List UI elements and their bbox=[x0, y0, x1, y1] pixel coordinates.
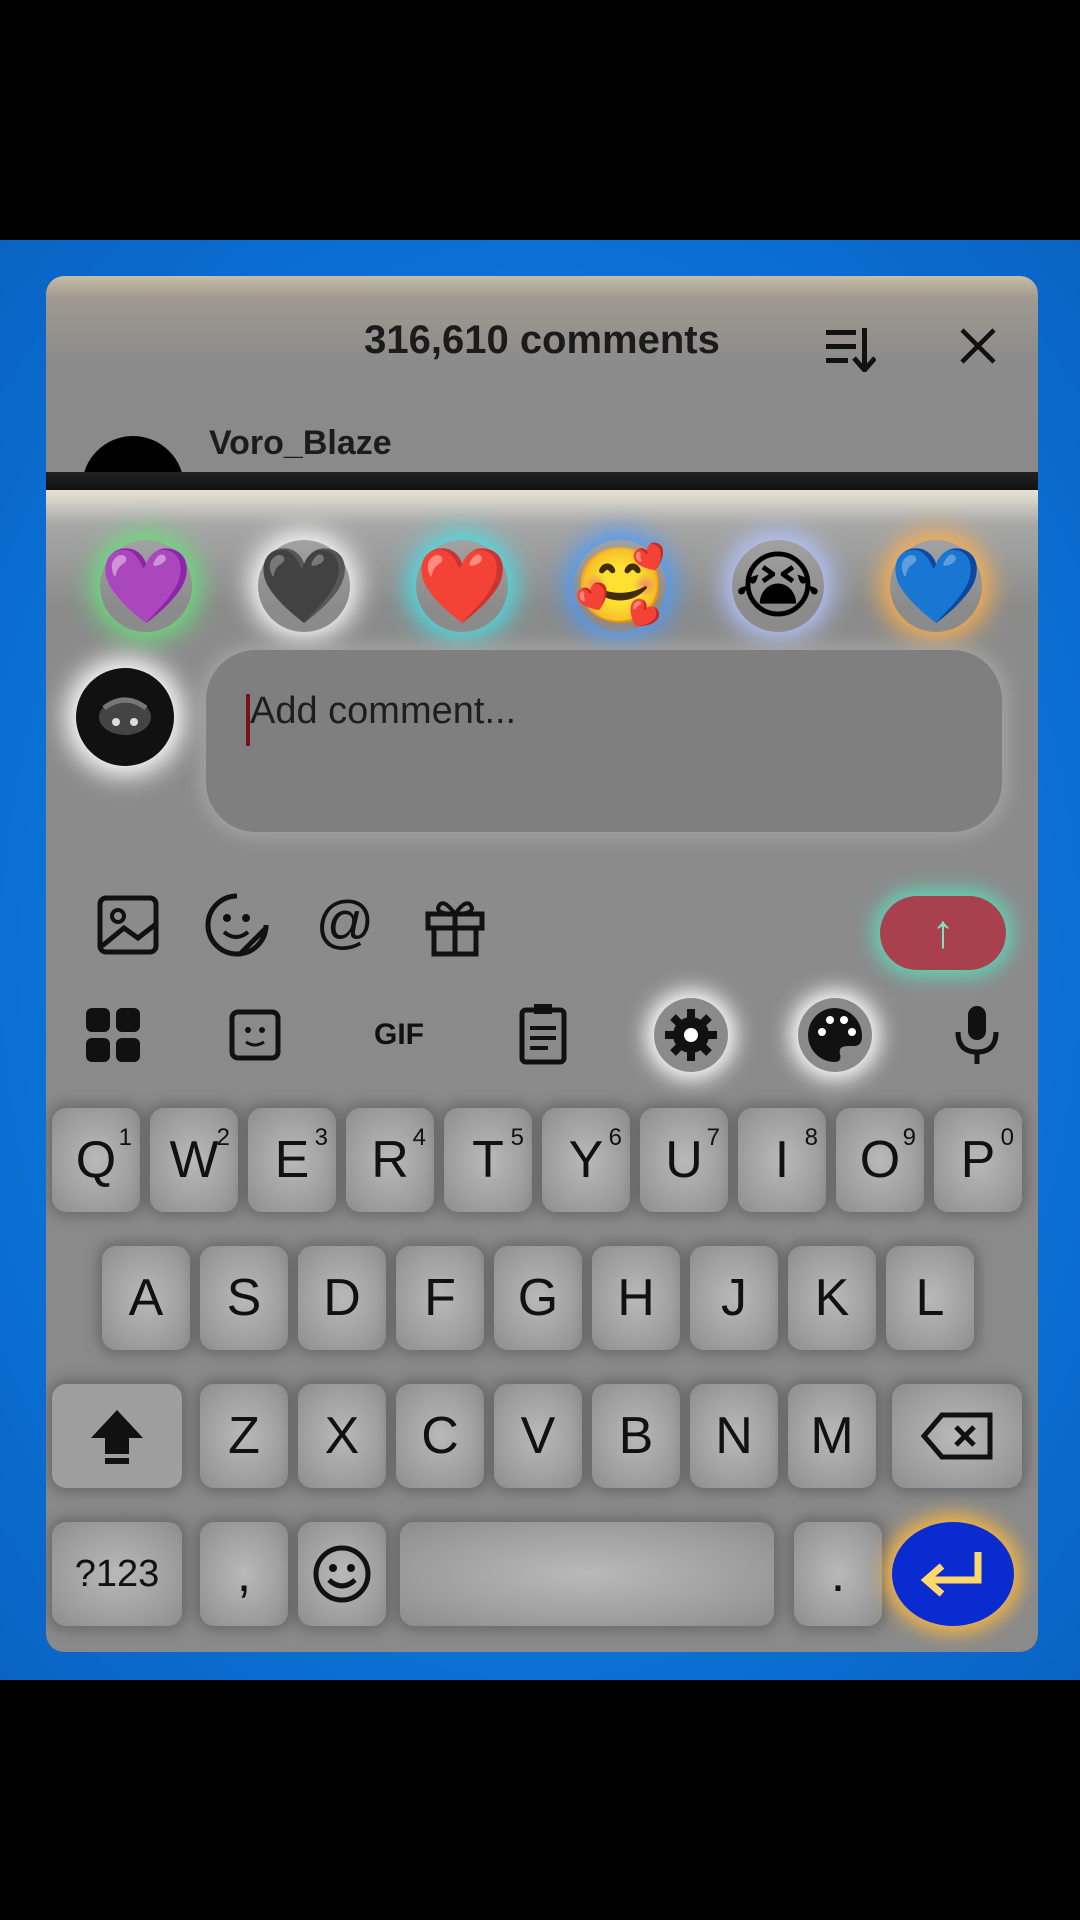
key-o[interactable]: O9 bbox=[836, 1108, 924, 1212]
smiling-hearts-reaction[interactable]: 🥰 bbox=[574, 540, 666, 632]
key-h[interactable]: H bbox=[592, 1246, 680, 1350]
key-r[interactable]: R4 bbox=[346, 1108, 434, 1212]
sort-icon[interactable] bbox=[824, 324, 876, 372]
quick-reactions: 💜 🖤 ❤️ 🥰 😭 💙 bbox=[46, 540, 1038, 650]
key-m[interactable]: M bbox=[788, 1384, 876, 1488]
keyboard-row-2: A S D F G H J K L bbox=[46, 1246, 1038, 1356]
key-x[interactable]: X bbox=[298, 1384, 386, 1488]
avatar-image-icon bbox=[99, 697, 151, 735]
key-f[interactable]: F bbox=[396, 1246, 484, 1350]
comment-username[interactable]: Voro_Blaze bbox=[209, 424, 392, 463]
comment-input[interactable]: Add comment... bbox=[206, 650, 1002, 832]
key-s[interactable]: S bbox=[200, 1246, 288, 1350]
key-u[interactable]: U7 bbox=[640, 1108, 728, 1212]
space-key[interactable] bbox=[400, 1522, 774, 1626]
comma-key[interactable]: , bbox=[200, 1522, 288, 1626]
keyboard-row-3: Z X C V B N M bbox=[46, 1384, 1038, 1494]
enter-key[interactable] bbox=[892, 1522, 1014, 1626]
apps-grid-icon[interactable] bbox=[76, 998, 150, 1072]
compose-tools: @ ↑ bbox=[46, 890, 1038, 990]
key-l[interactable]: L bbox=[886, 1246, 974, 1350]
purple-heart-reaction[interactable]: 💜 bbox=[100, 540, 192, 632]
red-heart-reaction[interactable]: ❤️ bbox=[416, 540, 508, 632]
keyboard-row-1: Q1 W2 E3 R4 T5 Y6 U7 I8 O9 P0 bbox=[46, 1108, 1038, 1218]
key-q[interactable]: Q1 bbox=[52, 1108, 140, 1212]
shift-arrow-icon bbox=[91, 1410, 143, 1464]
key-e[interactable]: E3 bbox=[248, 1108, 336, 1212]
key-p[interactable]: P0 bbox=[934, 1108, 1022, 1212]
key-a[interactable]: A bbox=[102, 1246, 190, 1350]
gift-icon[interactable] bbox=[420, 890, 490, 960]
blue-heart-reaction[interactable]: 💙 bbox=[890, 540, 982, 632]
backspace-key[interactable] bbox=[892, 1384, 1022, 1488]
comment-input-row: Add comment... bbox=[46, 650, 1038, 850]
close-icon[interactable] bbox=[956, 324, 1000, 368]
key-v[interactable]: V bbox=[494, 1384, 582, 1488]
key-k[interactable]: K bbox=[788, 1246, 876, 1350]
key-d[interactable]: D bbox=[298, 1246, 386, 1350]
keyboard-row-4: ?123 , . bbox=[46, 1522, 1038, 1632]
key-g[interactable]: G bbox=[494, 1246, 582, 1350]
key-t[interactable]: T5 bbox=[444, 1108, 532, 1212]
theme-palette-icon[interactable] bbox=[798, 998, 872, 1072]
enter-arrow-icon bbox=[920, 1552, 982, 1597]
black-heart-reaction[interactable]: 🖤 bbox=[258, 540, 350, 632]
clipboard-icon[interactable] bbox=[506, 998, 580, 1072]
compose-area: 💜 🖤 ❤️ 🥰 😭 💙 Add comment... @ ↑ GIF Q 1 … bbox=[46, 490, 1038, 1652]
key-z[interactable]: Z bbox=[200, 1384, 288, 1488]
shift-key[interactable] bbox=[52, 1384, 182, 1488]
gif-button[interactable]: GIF bbox=[362, 998, 436, 1072]
comments-count-title: 316,610 comments bbox=[364, 318, 720, 362]
user-avatar bbox=[76, 668, 174, 766]
key-i[interactable]: I8 bbox=[738, 1108, 826, 1212]
divider bbox=[46, 472, 1038, 490]
sticker-emoji-icon[interactable] bbox=[202, 890, 272, 960]
comment-input-placeholder: Add comment... bbox=[250, 690, 517, 732]
image-icon[interactable] bbox=[94, 890, 164, 960]
symbols-key[interactable]: ?123 bbox=[52, 1522, 182, 1626]
svg-text:@: @ bbox=[316, 890, 375, 955]
settings-gear-icon[interactable] bbox=[654, 998, 728, 1072]
key-b[interactable]: B bbox=[592, 1384, 680, 1488]
key-y[interactable]: Y6 bbox=[542, 1108, 630, 1212]
backspace-icon bbox=[920, 1412, 993, 1460]
key-n[interactable]: N bbox=[690, 1384, 778, 1488]
emoji-key[interactable] bbox=[298, 1522, 386, 1626]
send-button[interactable]: ↑ bbox=[880, 896, 1006, 970]
key-w[interactable]: W2 bbox=[150, 1108, 238, 1212]
emoji-smile-icon bbox=[313, 1545, 371, 1603]
crying-face-reaction[interactable]: 😭 bbox=[732, 540, 824, 632]
sticker-icon[interactable] bbox=[218, 998, 292, 1072]
key-j[interactable]: J bbox=[690, 1246, 778, 1350]
comments-header: 316,610 comments Voro_Blaze bbox=[46, 276, 1038, 538]
microphone-icon[interactable] bbox=[940, 998, 1014, 1072]
comments-panel: 316,610 comments Voro_Blaze 💜 🖤 ❤️ 🥰 😭 💙 bbox=[46, 276, 1038, 1652]
period-key[interactable]: . bbox=[794, 1522, 882, 1626]
keyboard-toolbar: GIF bbox=[46, 998, 1038, 1098]
mention-icon[interactable]: @ bbox=[310, 890, 380, 960]
key-c[interactable]: C bbox=[396, 1384, 484, 1488]
